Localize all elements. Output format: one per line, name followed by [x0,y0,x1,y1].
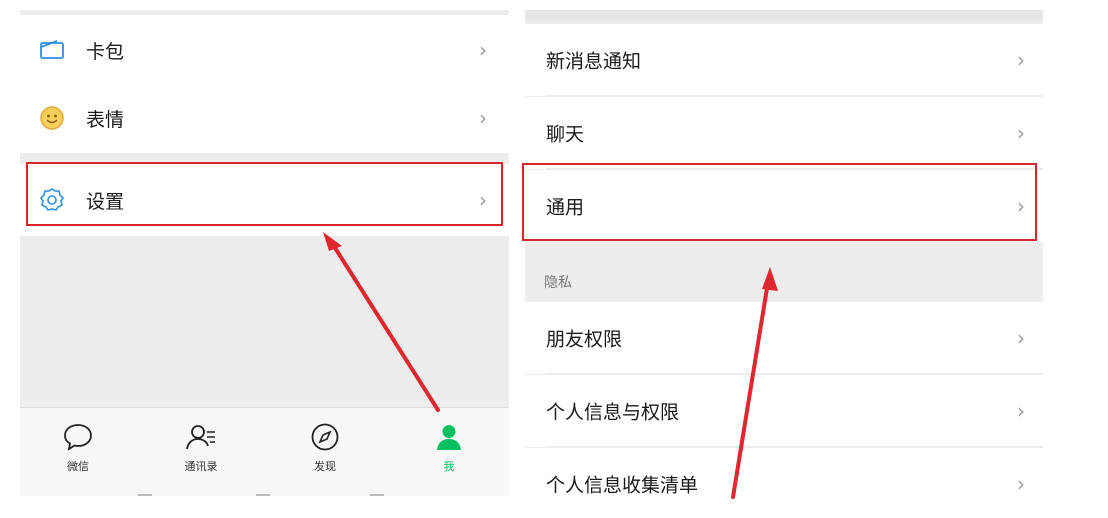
personal-info-permissions-row[interactable]: 个人信息与权限 › [525,375,1043,447]
chevron-right-icon: › [1017,326,1025,350]
row-divider [546,373,1043,374]
settings-label: 设置 [86,190,125,213]
chevron-right-icon: › [1017,472,1025,496]
card-wallet-row[interactable]: 卡包 › [20,15,509,85]
divider [370,494,384,496]
tab-me[interactable]: 我 [409,420,489,474]
bottom-tab-bar: 微信 通讯录 发现 我 [20,407,509,496]
privacy-section-label: 隐私 [544,275,572,291]
chevron-right-icon: › [1017,121,1025,145]
row-divider [546,95,1043,96]
row-divider [546,168,1043,169]
new-message-notification-label: 新消息通知 [546,50,642,73]
chevron-right-icon: › [1017,399,1025,423]
divider [138,494,152,496]
emoji-label: 表情 [86,108,125,131]
tab-discover[interactable]: 发现 [285,420,365,474]
tab-me-label: 我 [443,460,455,473]
contacts-icon [161,420,241,454]
card-wallet-icon [38,36,66,64]
tab-contacts-label: 通讯录 [184,460,218,473]
settings-row[interactable]: 设置 › [20,164,509,236]
chat-settings-row[interactable]: 聊天 › [525,97,1043,169]
settings-gear-icon [38,186,66,214]
card-wallet-label: 卡包 [86,40,125,63]
chevron-right-icon: › [479,38,487,62]
person-icon [409,420,489,454]
tab-discover-label: 发现 [314,460,336,473]
chevron-right-icon: › [479,188,487,212]
compass-icon [285,420,365,454]
wechat-settings-screen: 新消息通知 › 聊天 › 通用 › 隐私 朋友权限 › 个人信息与权限 › 个人… [525,10,1043,518]
personal-info-collection-list-label: 个人信息收集清单 [546,474,699,497]
chevron-right-icon: › [479,106,487,130]
general-settings-row[interactable]: 通用 › [525,170,1043,242]
general-settings-label: 通用 [546,196,585,219]
top-strip [525,10,1043,20]
tab-chats[interactable]: 微信 [38,420,118,474]
wechat-me-screen: 卡包 › 表情 › 设置 › 微信 通讯录 发现 我 [20,10,509,496]
new-message-notification-row[interactable]: 新消息通知 › [525,24,1043,96]
friend-permissions-label: 朋友权限 [546,328,623,351]
tab-chats-label: 微信 [67,460,89,473]
emoji-icon [38,104,66,132]
row-divider [546,446,1043,447]
personal-info-collection-list-row[interactable]: 个人信息收集清单 › [525,448,1043,518]
chat-settings-label: 聊天 [546,123,585,146]
divider [256,494,270,496]
friend-permissions-row[interactable]: 朋友权限 › [525,302,1043,374]
personal-info-permissions-label: 个人信息与权限 [546,401,680,424]
chevron-right-icon: › [1017,48,1025,72]
emoji-row[interactable]: 表情 › [20,83,509,153]
chevron-right-icon: › [1017,194,1025,218]
tab-contacts[interactable]: 通讯录 [161,420,241,474]
chat-bubble-icon [38,420,118,454]
privacy-section-header: 隐私 [525,246,1043,302]
